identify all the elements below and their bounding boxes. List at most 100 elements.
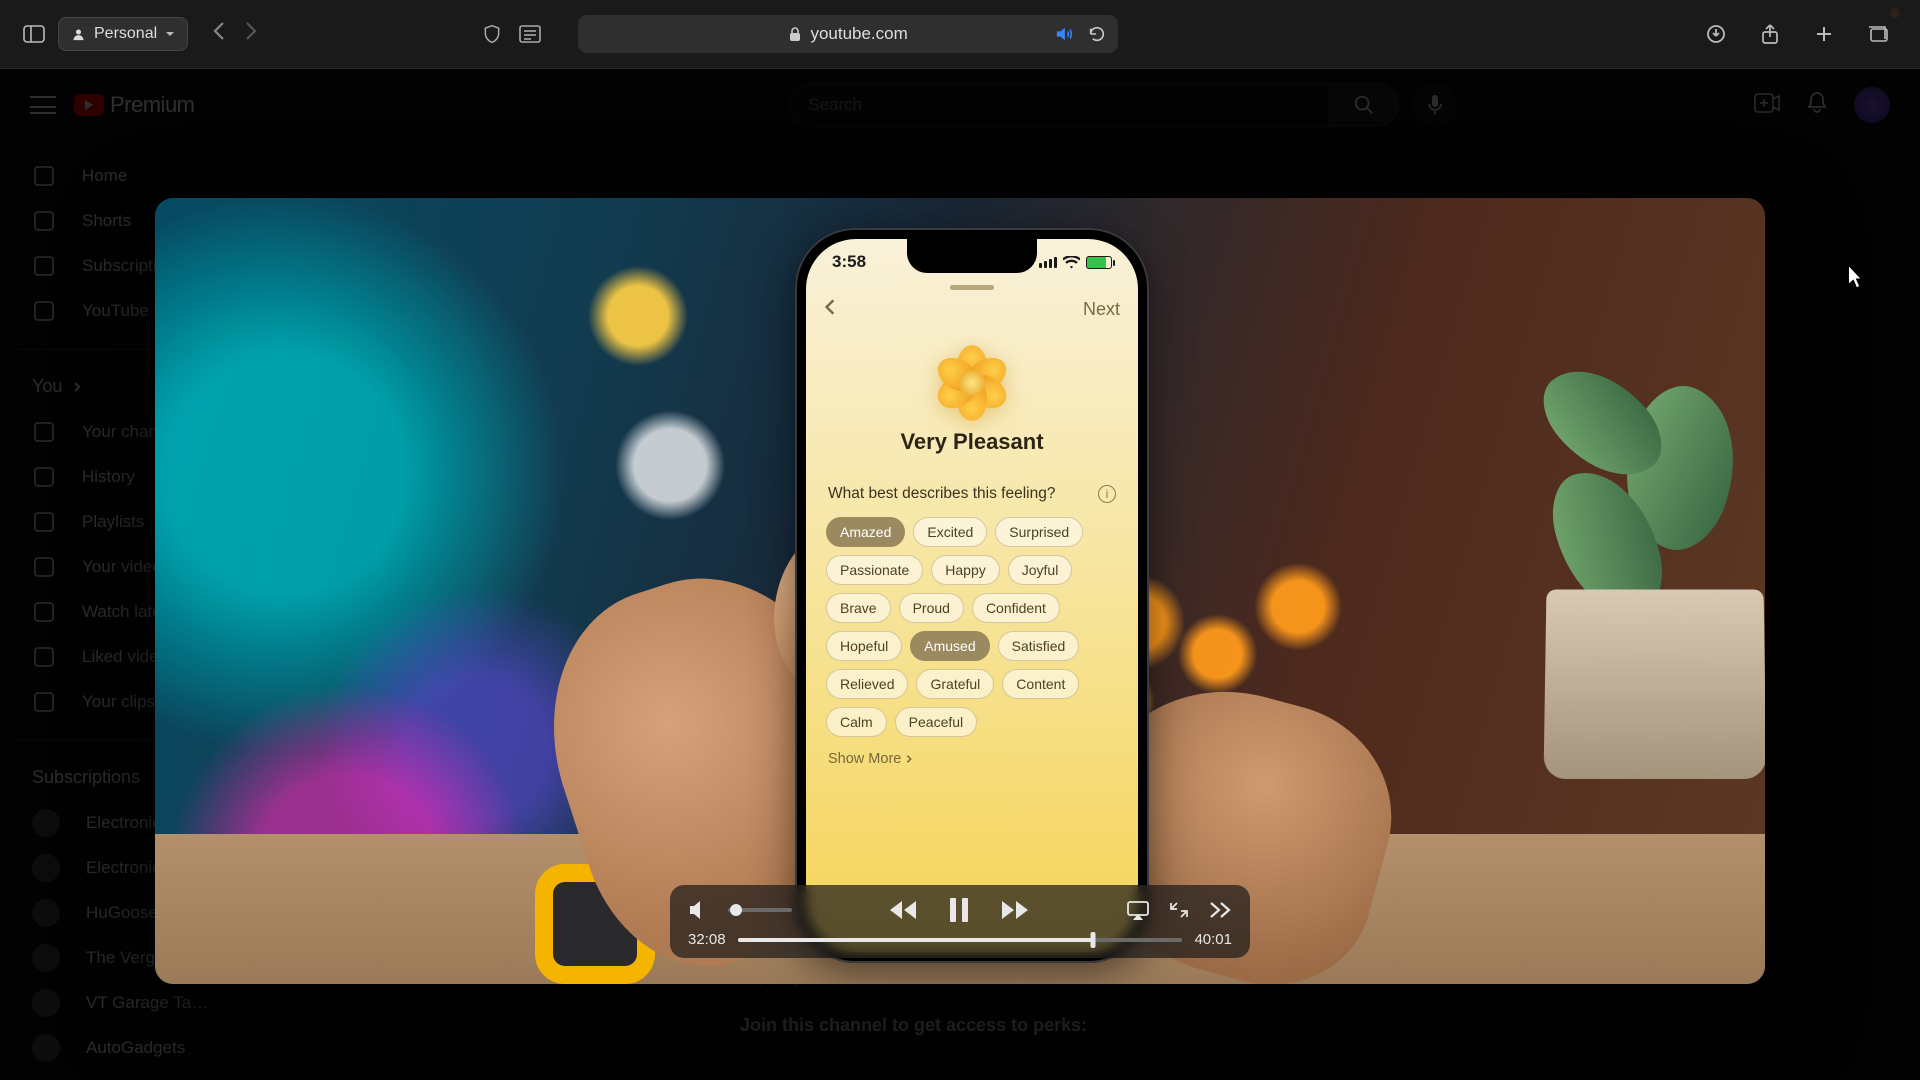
feeling-chip[interactable]: Excited (913, 517, 987, 547)
feeling-chip[interactable]: Surprised (995, 517, 1083, 547)
video-content: 3:58 Next (155, 198, 1765, 984)
fast-forward-button[interactable] (1000, 899, 1030, 921)
mute-button[interactable] (688, 900, 710, 920)
youtube-search-button[interactable] (1329, 83, 1399, 127)
reload-icon[interactable] (1088, 25, 1106, 43)
volume-thumb[interactable] (730, 904, 742, 916)
youtube-play-icon (74, 94, 104, 116)
youtube-logo[interactable]: Premium (74, 92, 195, 118)
progress-thumb[interactable] (1091, 932, 1096, 948)
audio-indicator-icon[interactable] (1054, 26, 1074, 42)
pip-video-player[interactable]: 3:58 Next (155, 198, 1765, 984)
rewind-button[interactable] (888, 899, 918, 921)
progress-fill (738, 938, 1094, 942)
back-button[interactable] (212, 21, 226, 47)
bell-icon (1806, 91, 1828, 115)
signal-icon (1039, 257, 1057, 268)
feeling-chip[interactable]: Relieved (826, 669, 908, 699)
person-icon (71, 27, 86, 42)
pip-icon (1168, 900, 1190, 920)
wifi-icon (1063, 256, 1080, 269)
sidebar-item-label: AutoGadgets (86, 1038, 185, 1058)
feeling-chip[interactable]: Amused (910, 631, 989, 661)
downloads-button[interactable] (1702, 20, 1730, 48)
airplay-button[interactable] (1126, 900, 1150, 920)
fast-forward-icon (1000, 899, 1030, 921)
feeling-chip[interactable]: Joyful (1008, 555, 1073, 585)
sidebar-item-label: Shorts (82, 211, 131, 231)
feeling-prompt: What best describes this feeling? (828, 485, 1055, 503)
show-more-button[interactable]: Show More (806, 741, 1138, 777)
sidebar-item-label: Playlists (82, 512, 144, 532)
voice-search-button[interactable] (1413, 83, 1457, 127)
youtube-search-input[interactable] (789, 83, 1329, 127)
speaker-icon (688, 900, 710, 920)
chevron-right-icon (244, 21, 258, 41)
feeling-chip[interactable]: Satisfied (998, 631, 1080, 661)
sidebar-item-icon (32, 164, 56, 188)
channel-avatar (32, 854, 60, 882)
plus-icon (1814, 24, 1834, 44)
status-time: 3:58 (832, 252, 866, 272)
feeling-chip[interactable]: Peaceful (895, 707, 977, 737)
chevron-left-icon (212, 21, 226, 41)
youtube-header: Premium (0, 69, 1920, 141)
sidebar-icon (23, 25, 45, 43)
sidebar-item[interactable]: VT Garage Ta… (18, 980, 262, 1025)
privacy-report-button[interactable] (478, 20, 506, 48)
sidebar-item-label: VT Garage Ta… (86, 993, 208, 1013)
sidebar-item-icon (32, 690, 56, 714)
info-icon[interactable]: i (1098, 485, 1116, 503)
sidebar-toggle-button[interactable] (20, 20, 48, 48)
feeling-chip[interactable]: Confident (972, 593, 1060, 623)
feeling-chip[interactable]: Happy (931, 555, 999, 585)
tabs-icon (1867, 25, 1889, 43)
create-button[interactable] (1754, 93, 1780, 118)
hamburger-button[interactable] (30, 96, 56, 114)
sidebar-item-icon (32, 600, 56, 624)
feeling-chip[interactable]: Grateful (916, 669, 994, 699)
share-icon (1761, 23, 1779, 45)
feeling-chip[interactable]: Proud (899, 593, 964, 623)
forward-button[interactable] (244, 21, 258, 47)
feeling-chip[interactable]: Amazed (826, 517, 905, 547)
account-avatar[interactable] (1854, 87, 1890, 123)
volume-slider[interactable] (728, 908, 792, 912)
sidebar-item[interactable]: AutoGadgets (18, 1025, 262, 1070)
sidebar-item-icon (32, 555, 56, 579)
feeling-chip[interactable]: Content (1002, 669, 1079, 699)
feeling-chip[interactable]: Hopeful (826, 631, 902, 661)
feeling-chip[interactable]: Passionate (826, 555, 923, 585)
search-icon (1353, 94, 1375, 116)
tab-overview-button[interactable] (1864, 20, 1892, 48)
notifications-button[interactable] (1806, 91, 1828, 120)
feeling-chip[interactable]: Calm (826, 707, 887, 737)
double-chevron-right-icon (1208, 900, 1232, 920)
profile-picker[interactable]: Personal (58, 17, 188, 51)
rewind-icon (888, 899, 918, 921)
channel-avatar (32, 944, 60, 972)
sidebar-item-label: HuGoose (86, 903, 158, 923)
window-indicator-dot (1890, 8, 1900, 18)
address-bar[interactable]: youtube.com (578, 15, 1118, 53)
sidebar-item[interactable]: Home (18, 153, 262, 198)
new-tab-button[interactable] (1810, 20, 1838, 48)
current-time: 32:08 (688, 931, 726, 948)
iphone-screen: 3:58 Next (806, 239, 1138, 952)
skip-next-button[interactable] (1208, 900, 1232, 920)
description-line: Join this channel to get access to perks… (740, 1011, 1800, 1040)
reader-toggle-button[interactable] (516, 20, 544, 48)
chevron-left-icon (824, 298, 836, 316)
channel-avatar (32, 1034, 60, 1062)
progress-track[interactable] (738, 938, 1183, 942)
channel-avatar (32, 899, 60, 927)
pip-button[interactable] (1168, 900, 1190, 920)
sheet-next-button[interactable]: Next (1083, 299, 1120, 320)
sheet-back-button[interactable] (824, 298, 836, 321)
play-pause-button[interactable] (948, 897, 970, 923)
share-button[interactable] (1756, 20, 1784, 48)
sidebar-item-label: Home (82, 166, 127, 186)
sidebar-item-icon (32, 299, 56, 323)
safari-toolbar: Personal youtube.com (0, 0, 1920, 69)
feeling-chip[interactable]: Brave (826, 593, 891, 623)
